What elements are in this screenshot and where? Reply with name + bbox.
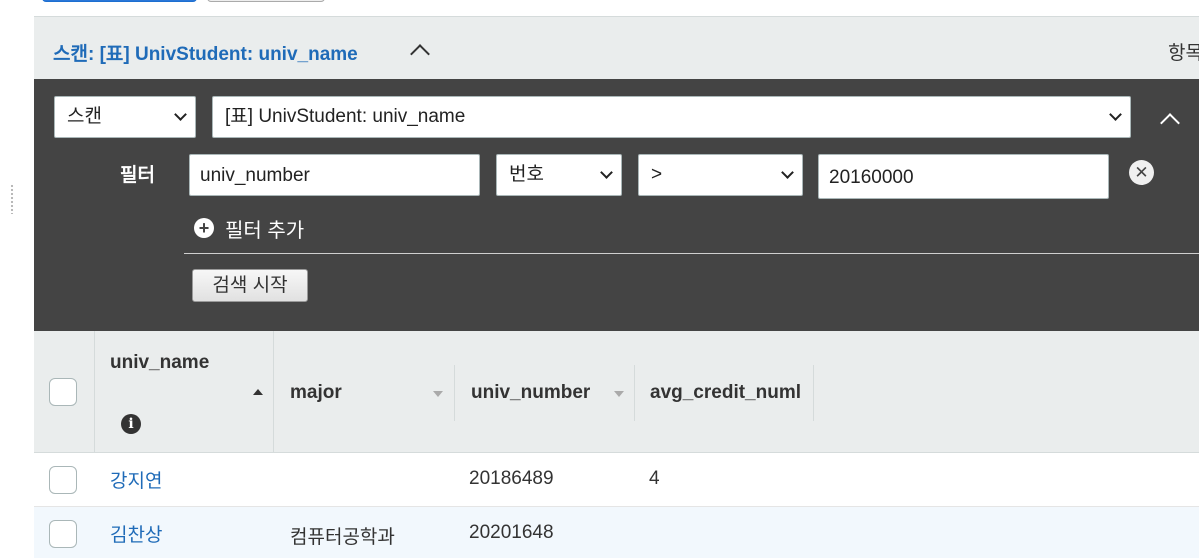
filter-condition-value: > bbox=[651, 164, 663, 185]
univ-name-link[interactable]: 강지연 bbox=[110, 466, 162, 493]
filter-attribute-input[interactable]: univ_number bbox=[189, 154, 480, 196]
divider bbox=[184, 253, 1199, 254]
univ-name-link[interactable]: 김찬상 bbox=[110, 520, 162, 547]
chevron-down-icon bbox=[174, 108, 187, 121]
select-all-checkbox[interactable] bbox=[49, 378, 77, 406]
info-icon[interactable]: i bbox=[121, 414, 141, 434]
univ-number-cell: 20201648 bbox=[469, 522, 554, 543]
operation-select-value: 스캔 bbox=[67, 106, 102, 127]
target-select-value: [표] UnivStudent: univ_name bbox=[225, 106, 466, 127]
left-gutter bbox=[0, 0, 34, 558]
plus-circle-icon: + bbox=[194, 218, 214, 238]
column-header-label: univ_name bbox=[110, 352, 210, 373]
filter-label: 필터 bbox=[120, 165, 155, 186]
column-header-label: avg_credit_numl bbox=[650, 382, 801, 403]
row-checkbox[interactable] bbox=[49, 466, 77, 494]
column-divider bbox=[634, 365, 635, 421]
chevron-down-icon bbox=[600, 166, 613, 179]
column-divider bbox=[813, 365, 814, 421]
chevron-down-icon bbox=[781, 166, 794, 179]
major-cell: 컴퓨터공학과 bbox=[290, 527, 395, 548]
resize-handle[interactable] bbox=[10, 184, 14, 214]
univ-number-cell: 20186489 bbox=[469, 468, 554, 489]
scan-title[interactable]: 스캔: [표] UnivStudent: univ_name bbox=[53, 39, 358, 66]
column-header-label: major bbox=[290, 382, 342, 403]
column-divider bbox=[454, 365, 455, 421]
table-row[interactable]: 김찬상 컴퓨터공학과 20201648 bbox=[34, 507, 1199, 558]
filter-value: 20160000 bbox=[829, 167, 914, 188]
table-row[interactable]: 강지연 20186489 4 bbox=[34, 453, 1199, 507]
secondary-action-button[interactable] bbox=[207, 0, 325, 2]
primary-action-button[interactable] bbox=[42, 0, 197, 2]
add-filter-label: 필터 추가 bbox=[225, 220, 305, 242]
sort-down-icon bbox=[614, 391, 624, 397]
chevron-up-icon[interactable] bbox=[1160, 113, 1180, 133]
filter-type-select[interactable]: 번호 bbox=[496, 154, 622, 196]
row-checkbox[interactable] bbox=[49, 520, 77, 548]
operation-select[interactable]: 스캔 bbox=[54, 96, 196, 138]
filter-type-value: 번호 bbox=[509, 164, 544, 185]
close-circle-icon[interactable]: ✕ bbox=[1129, 160, 1154, 185]
filter-condition-select[interactable]: > bbox=[638, 154, 803, 196]
start-search-button[interactable]: 검색 시작 bbox=[192, 269, 308, 302]
filter-panel: 스캔 [표] UnivStudent: univ_name 필터 univ_nu… bbox=[34, 79, 1199, 331]
column-header-label: univ_number bbox=[471, 382, 591, 403]
table-header: univ_name i major univ_number avg_credit… bbox=[34, 331, 1199, 453]
avg-credit-cell: 4 bbox=[649, 468, 660, 489]
sort-down-icon bbox=[433, 391, 443, 397]
scan-header: 스캔: [표] UnivStudent: univ_name 항목 bbox=[34, 16, 1199, 79]
items-label: 항목 bbox=[1168, 43, 1199, 64]
target-select[interactable]: [표] UnivStudent: univ_name bbox=[212, 96, 1131, 138]
column-divider bbox=[273, 331, 274, 453]
filter-value-input[interactable]: 20160000 bbox=[818, 154, 1109, 199]
filter-attribute-value: univ_number bbox=[200, 165, 310, 186]
sort-up-icon bbox=[253, 389, 263, 395]
chevron-up-icon[interactable] bbox=[410, 44, 430, 64]
column-divider bbox=[94, 331, 95, 453]
chevron-down-icon bbox=[1109, 108, 1122, 121]
